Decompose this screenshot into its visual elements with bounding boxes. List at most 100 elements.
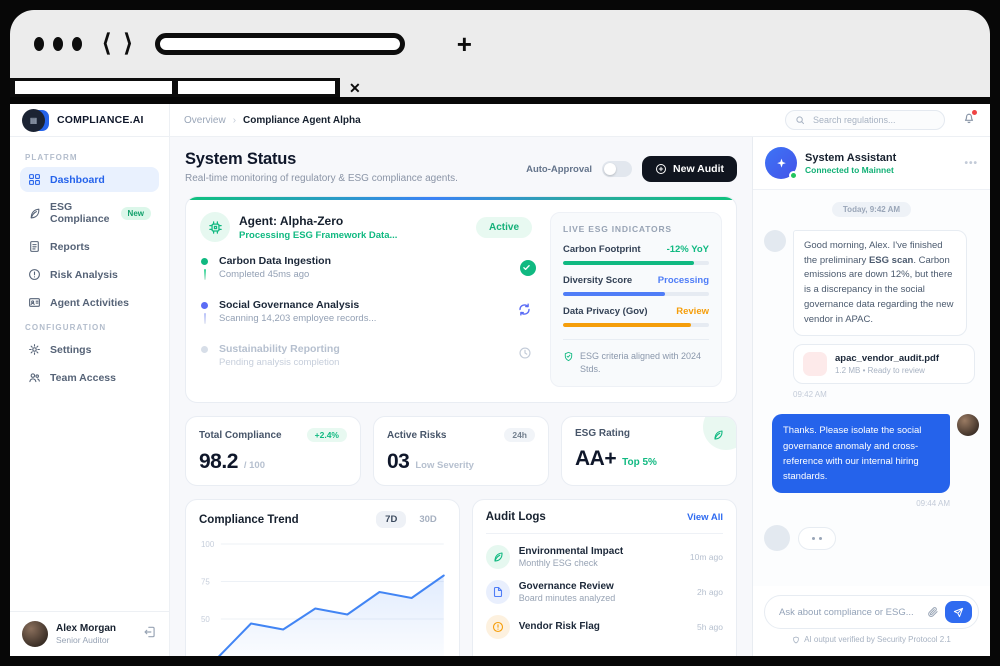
stat-card-active-risks: Active Risks 24h 03 Low Severity [373, 416, 549, 486]
notification-dot [972, 110, 977, 115]
breadcrumb-root[interactable]: Overview [184, 115, 226, 126]
audit-log-row[interactable]: Governance Review Board minutes analyzed… [486, 580, 723, 604]
logo-text: COMPLIANCE.AI [57, 114, 144, 126]
plus-circle-icon [655, 163, 667, 175]
agent-name: Agent: Alpha-Zero [239, 214, 397, 228]
user-message-avatar [957, 414, 979, 436]
attachment-card[interactable]: apac_vendor_audit.pdf 1.2 MB • Ready to … [793, 344, 975, 384]
browser-forward-icon[interactable]: ⟩ [123, 32, 132, 56]
grid-icon [28, 173, 41, 186]
range-30d-button[interactable]: 30D [410, 511, 445, 528]
shield-icon [792, 636, 800, 644]
attachment-name: apac_vendor_audit.pdf [835, 353, 939, 364]
sidebar-item-dashboard[interactable]: Dashboard [20, 167, 159, 192]
assistant-status: Connected to Mainnet [805, 165, 896, 175]
main-content: System Status Real-time monitoring of re… [170, 137, 752, 656]
app-window: ▦ COMPLIANCE.AI PLATFORM Dashboard ESG C… [10, 104, 990, 656]
logo: ▦ COMPLIANCE.AI [10, 104, 169, 137]
live-esg-indicators: LIVE ESG INDICATORS Carbon Footprint -12… [550, 212, 722, 387]
close-tab-icon[interactable]: ✕ [349, 81, 361, 95]
browser-tab-group [10, 78, 340, 97]
assistant-message-avatar [764, 230, 786, 252]
avatar [22, 621, 48, 647]
leaf-icon [486, 545, 510, 569]
sidebar-user: Alex Morgan Senior Auditor [10, 611, 169, 656]
url-bar[interactable] [155, 33, 405, 55]
audit-log-row[interactable]: Environmental Impact Monthly ESG check 1… [486, 545, 723, 569]
clock-icon [518, 346, 536, 365]
sparkle-icon [775, 157, 788, 170]
notifications-button[interactable] [962, 111, 976, 130]
user-name: Alex Morgan [56, 623, 116, 634]
logo-icon: ▦ [22, 109, 49, 132]
breadcrumb-current: Compliance Agent Alpha [243, 115, 361, 126]
logout-button[interactable] [143, 625, 157, 644]
search-box[interactable] [785, 110, 945, 130]
auto-approval-toggle[interactable] [602, 161, 632, 177]
svg-text:50: 50 [201, 615, 210, 624]
indicator-row: Carbon Footprint -12% YoY [563, 244, 709, 265]
progress-bar [563, 261, 709, 265]
indicator-row: Data Privacy (Gov) Review [563, 306, 709, 327]
typing-indicator [764, 525, 979, 551]
security-footnote: AI output verified by Security Protocol … [764, 629, 979, 653]
assistant-message-avatar [764, 525, 790, 551]
window-maximize-button[interactable] [72, 37, 82, 51]
new-audit-button[interactable]: New Audit [642, 156, 737, 182]
section-label-configuration: CONFIGURATION [25, 323, 154, 332]
status-badge: Active [476, 217, 532, 238]
audit-log-row[interactable]: Vendor Risk Flag 5h ago [486, 615, 723, 639]
sidebar-item-team-access[interactable]: Team Access [20, 365, 159, 390]
sidebar-item-esg-compliance[interactable]: ESG Compliance New [20, 195, 159, 231]
logout-icon [143, 625, 157, 639]
chart-title: Compliance Trend [199, 514, 299, 526]
more-options-icon[interactable]: ••• [964, 158, 978, 169]
browser-back-icon[interactable]: ⟨ [102, 32, 111, 56]
window-close-button[interactable] [34, 37, 44, 51]
chat-input[interactable] [777, 606, 921, 619]
gear-icon [28, 343, 41, 356]
stat-value: AA+ [575, 447, 616, 471]
sidebar-item-settings[interactable]: Settings [20, 337, 159, 362]
assistant-avatar [765, 147, 797, 179]
stat-value: 98.2 [199, 450, 238, 474]
attach-button[interactable] [927, 606, 939, 618]
task-row: Social Governance Analysis Scanning 14,2… [200, 299, 536, 343]
new-tab-icon[interactable]: + [457, 31, 472, 57]
stat-card-total-compliance: Total Compliance +2.4% 98.2 / 100 [185, 416, 361, 486]
compliance-trend-card: Compliance Trend 7D 30D 1007550 [185, 499, 460, 656]
chat-input-container [764, 595, 979, 629]
send-button[interactable] [945, 601, 972, 623]
document-icon [28, 240, 41, 253]
search-input[interactable] [811, 114, 935, 126]
view-all-link[interactable]: View All [687, 512, 723, 523]
sidebar-item-reports[interactable]: Reports [20, 234, 159, 259]
message-timestamp: 09:42 AM [793, 390, 979, 399]
attachment-meta: 1.2 MB • Ready to review [835, 366, 939, 375]
trend-line-chart: 1007550 [199, 534, 446, 656]
alert-circle-icon [486, 615, 510, 639]
progress-bar [563, 292, 709, 296]
audit-logs-card: Audit Logs View All Environmental Impact… [472, 499, 737, 656]
sidebar-item-agent-activities[interactable]: Agent Activities [20, 290, 159, 315]
window-minimize-button[interactable] [53, 37, 63, 51]
range-7d-button[interactable]: 7D [376, 511, 406, 528]
stat-value: 03 [387, 450, 409, 474]
browser-tab-1[interactable] [15, 81, 172, 94]
sidebar-item-label: Agent Activities [50, 297, 129, 309]
sidebar-item-label: Team Access [50, 372, 116, 384]
alert-circle-icon [28, 268, 41, 281]
document-icon [486, 580, 510, 604]
esg-footnote: ESG criteria aligned with 2024 Stds. [563, 350, 709, 375]
sidebar: ▦ COMPLIANCE.AI PLATFORM Dashboard ESG C… [10, 104, 170, 656]
window-badge: 24h [504, 428, 535, 442]
sidebar-item-risk-analysis[interactable]: Risk Analysis [20, 262, 159, 287]
search-icon [795, 115, 805, 125]
assistant-bubble: Good morning, Alex. I've finished the pr… [793, 230, 967, 336]
agent-task-timeline: Carbon Data Ingestion Completed 45ms ago [200, 255, 536, 374]
task-row: Sustainability Reporting Pending analysi… [200, 343, 536, 374]
task-row: Carbon Data Ingestion Completed 45ms ago [200, 255, 536, 299]
assistant-panel: System Assistant Connected to Mainnet ••… [752, 137, 990, 656]
users-icon [28, 371, 41, 384]
browser-tab-2[interactable] [178, 81, 335, 94]
